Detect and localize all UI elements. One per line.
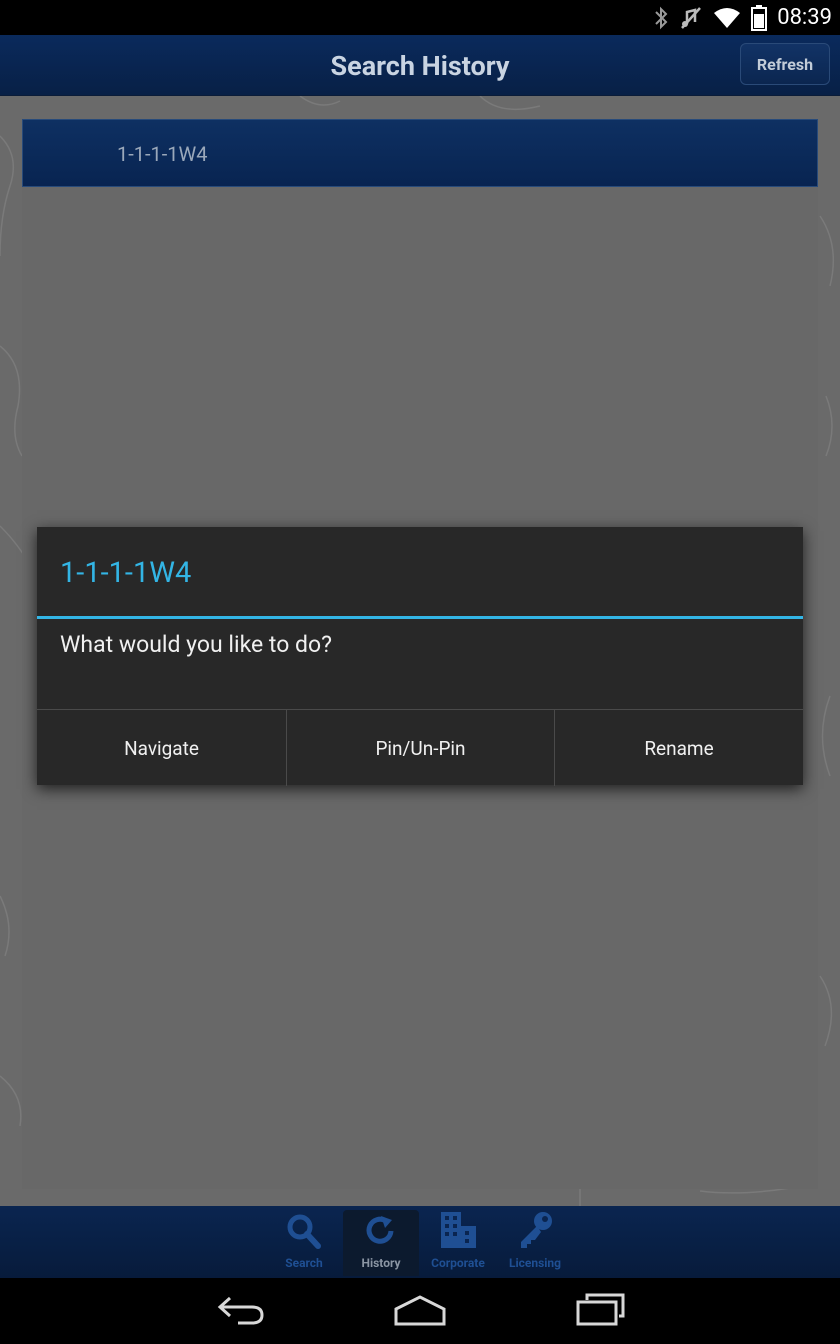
tab-corporate[interactable]: Corporate bbox=[420, 1210, 496, 1276]
action-dialog: 1-1-1-1W4 What would you like to do? Nav… bbox=[37, 527, 803, 786]
tab-history-label: History bbox=[361, 1256, 401, 1270]
tab-history[interactable]: History bbox=[343, 1210, 419, 1276]
navigate-button[interactable]: Navigate bbox=[37, 710, 286, 786]
mute-icon bbox=[679, 6, 703, 30]
history-item-label: 1-1-1-1W4 bbox=[117, 142, 208, 166]
app: Search History Refresh 1-1-1-1W4 Search … bbox=[0, 35, 840, 1278]
tab-licensing[interactable]: Licensing bbox=[497, 1210, 573, 1276]
tab-bar: Search History Corporate Licensing bbox=[0, 1206, 840, 1278]
refresh-button[interactable]: Refresh bbox=[740, 43, 830, 85]
status-time: 08:39 bbox=[777, 5, 832, 30]
dialog-button-bar: Navigate Pin/Un-Pin Rename bbox=[37, 709, 803, 786]
search-icon bbox=[284, 1212, 324, 1254]
dialog-divider bbox=[37, 616, 803, 619]
refresh-icon bbox=[361, 1212, 401, 1254]
building-icon bbox=[438, 1210, 478, 1254]
tab-search-label: Search bbox=[285, 1256, 323, 1270]
dialog-title: 1-1-1-1W4 bbox=[60, 556, 192, 590]
navigation-bar bbox=[0, 1278, 840, 1344]
status-bar: 08:39 bbox=[0, 0, 840, 35]
history-list-item[interactable]: 1-1-1-1W4 bbox=[22, 119, 818, 187]
action-bar: Search History Refresh bbox=[0, 35, 840, 96]
page-title: Search History bbox=[330, 50, 510, 82]
wifi-icon bbox=[713, 6, 741, 30]
battery-icon bbox=[751, 4, 768, 31]
tab-corporate-label: Corporate bbox=[431, 1256, 485, 1270]
pin-unpin-button[interactable]: Pin/Un-Pin bbox=[286, 710, 554, 786]
tab-licensing-label: Licensing bbox=[508, 1256, 562, 1270]
rename-button[interactable]: Rename bbox=[554, 710, 803, 786]
home-icon[interactable] bbox=[393, 1292, 447, 1332]
dialog-message: What would you like to do? bbox=[60, 631, 332, 658]
bluetooth-icon bbox=[653, 6, 669, 30]
recents-icon[interactable] bbox=[575, 1292, 627, 1332]
key-icon bbox=[515, 1210, 555, 1254]
back-icon[interactable] bbox=[216, 1292, 266, 1332]
tab-search[interactable]: Search bbox=[266, 1210, 342, 1276]
